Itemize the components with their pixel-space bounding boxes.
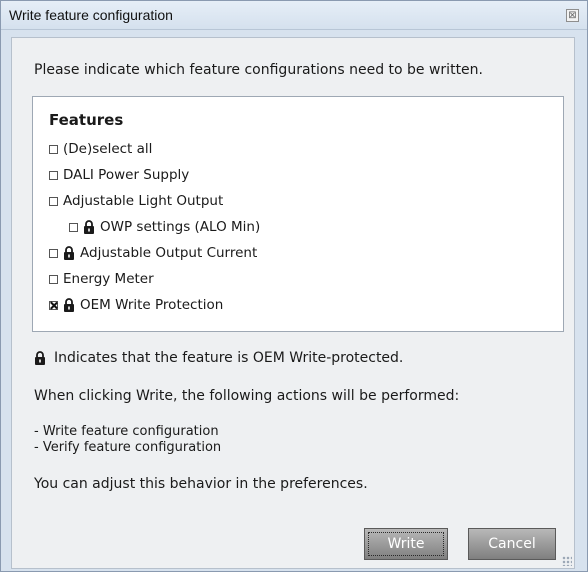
feature-label: (De)select all <box>63 141 153 157</box>
action-item: - Write feature configuration <box>34 424 219 439</box>
checkbox[interactable] <box>49 248 58 258</box>
feature-label: OWP settings (ALO Min) <box>100 219 261 235</box>
checkbox[interactable] <box>49 144 58 154</box>
checkbox[interactable] <box>49 170 58 180</box>
legend-text: Indicates that the feature is OEM Write-… <box>54 350 404 366</box>
checkbox[interactable] <box>49 274 58 284</box>
feature-label: OEM Write Protection <box>80 297 224 313</box>
feature-label: Adjustable Output Current <box>80 245 258 261</box>
lock-icon <box>64 246 74 260</box>
write-button[interactable]: Write <box>364 528 448 560</box>
checkbox-checked[interactable] <box>49 300 58 310</box>
cancel-button[interactable]: Cancel <box>468 528 556 560</box>
write-feature-dialog: Write feature configuration ⊠ Please ind… <box>0 0 588 572</box>
dialog-title: Write feature configuration <box>9 7 173 23</box>
feature-item-adjustable-output-current[interactable]: Adjustable Output Current <box>49 244 257 262</box>
checkbox[interactable] <box>49 196 58 206</box>
feature-item-deselect-all[interactable]: (De)select all <box>49 140 152 158</box>
lock-icon <box>64 298 74 312</box>
feature-item-adjustable-light-output[interactable]: Adjustable Light Output <box>49 192 223 210</box>
action-item: - Verify feature configuration <box>34 440 222 455</box>
intro-text: Please indicate which feature configurat… <box>34 62 483 78</box>
features-panel: Features (De)select all DALI Power Suppl… <box>32 96 564 332</box>
actions-intro: When clicking Write, the following actio… <box>34 388 460 404</box>
close-icon[interactable]: ⊠ <box>566 9 579 22</box>
feature-label: Energy Meter <box>63 271 154 287</box>
focus-ring <box>368 532 444 556</box>
cancel-button-label: Cancel <box>488 536 536 552</box>
title-bar[interactable]: Write feature configuration ⊠ <box>1 1 587 30</box>
preferences-note: You can adjust this behavior in the pref… <box>34 476 368 492</box>
feature-label: DALI Power Supply <box>63 167 190 183</box>
feature-item-dali-power-supply[interactable]: DALI Power Supply <box>49 166 189 184</box>
checkbox[interactable] <box>69 222 78 232</box>
lock-icon <box>84 220 94 234</box>
feature-item-owp-settings[interactable]: OWP settings (ALO Min) <box>69 218 260 236</box>
lock-icon <box>35 351 45 365</box>
lock-legend: Indicates that the feature is OEM Write-… <box>34 350 403 366</box>
resize-grip[interactable] <box>562 556 572 566</box>
feature-label: Adjustable Light Output <box>63 193 224 209</box>
dialog-body: Please indicate which feature configurat… <box>11 37 575 569</box>
features-heading: Features <box>49 111 124 129</box>
feature-item-oem-write-protection[interactable]: OEM Write Protection <box>49 296 223 314</box>
feature-item-energy-meter[interactable]: Energy Meter <box>49 270 154 288</box>
